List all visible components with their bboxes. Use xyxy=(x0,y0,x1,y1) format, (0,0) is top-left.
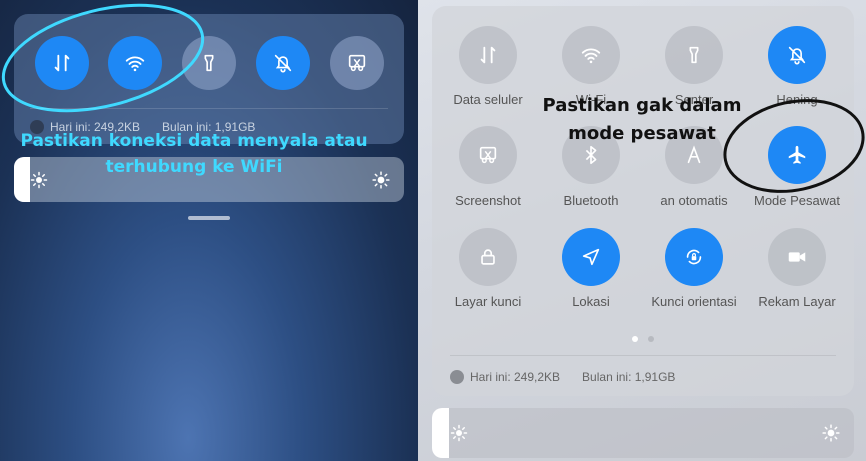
scissors-icon xyxy=(479,146,497,164)
tile-data-seluler[interactable] xyxy=(459,26,517,84)
highlight-circle-annotation xyxy=(723,99,865,193)
tile-label: Screenshot xyxy=(455,193,521,208)
brightness-slider[interactable] xyxy=(432,408,854,458)
tile-label: Layar kunci xyxy=(454,294,522,309)
location-icon xyxy=(582,248,600,266)
page-indicator-active xyxy=(632,336,638,342)
scissors-icon xyxy=(348,54,366,72)
highlight-circle-annotation xyxy=(1,3,205,113)
silent-toggle[interactable] xyxy=(256,36,310,90)
sun-small-icon xyxy=(450,424,468,442)
left-screenshot-panel: Hari ini: 249,2KB Bulan ini: 1,91GB Past… xyxy=(0,0,418,461)
data-usage-row: Hari ini: 249,2KB Bulan ini: 1,91GB xyxy=(450,370,675,384)
bell-off-icon xyxy=(788,46,806,65)
drag-handle[interactable] xyxy=(188,216,230,220)
left-annotation-text: Pastikan koneksi data menyala atau terhu… xyxy=(20,131,368,177)
wifi-icon xyxy=(581,48,601,64)
tile-layar-kunci[interactable] xyxy=(459,228,517,286)
flashlight-icon xyxy=(689,46,699,64)
screenshot-toggle[interactable] xyxy=(330,36,384,90)
right-screenshot-panel: Data seluler Wi-Fi Senter Hening Screens… xyxy=(418,0,866,461)
lock-icon xyxy=(481,249,495,265)
tile-hening[interactable] xyxy=(768,26,826,84)
tile-lokasi[interactable] xyxy=(562,228,620,286)
tile-screenshot[interactable] xyxy=(459,126,517,184)
usage-today: Hari ini: 249,2KB xyxy=(470,370,561,384)
divider xyxy=(30,108,388,109)
right-annotation-text: Pastikan gak dalam mode pesawat xyxy=(542,95,742,144)
brightness-fill xyxy=(432,408,449,458)
tile-label: Lokasi xyxy=(572,294,610,309)
arrows-up-down-icon xyxy=(480,46,496,64)
tile-label: Kunci orientasi xyxy=(651,294,737,309)
tile-kunci-orientasi[interactable] xyxy=(665,228,723,286)
page-indicator xyxy=(648,336,654,342)
divider xyxy=(450,355,836,356)
tile-senter[interactable] xyxy=(665,26,723,84)
bell-off-icon xyxy=(274,54,292,73)
rotation-lock-icon xyxy=(686,249,702,265)
tile-label: Bluetooth xyxy=(563,193,619,208)
sun-large-icon xyxy=(822,424,840,442)
tile-label: Data seluler xyxy=(453,92,523,107)
usage-month: Bulan ini: 1,91GB xyxy=(582,370,676,384)
usage-icon xyxy=(450,370,464,384)
tile-rekam-layar[interactable] xyxy=(768,228,826,286)
video-camera-icon xyxy=(788,252,806,262)
tile-wifi[interactable] xyxy=(562,26,620,84)
tile-label: Rekam Layar xyxy=(758,294,836,309)
